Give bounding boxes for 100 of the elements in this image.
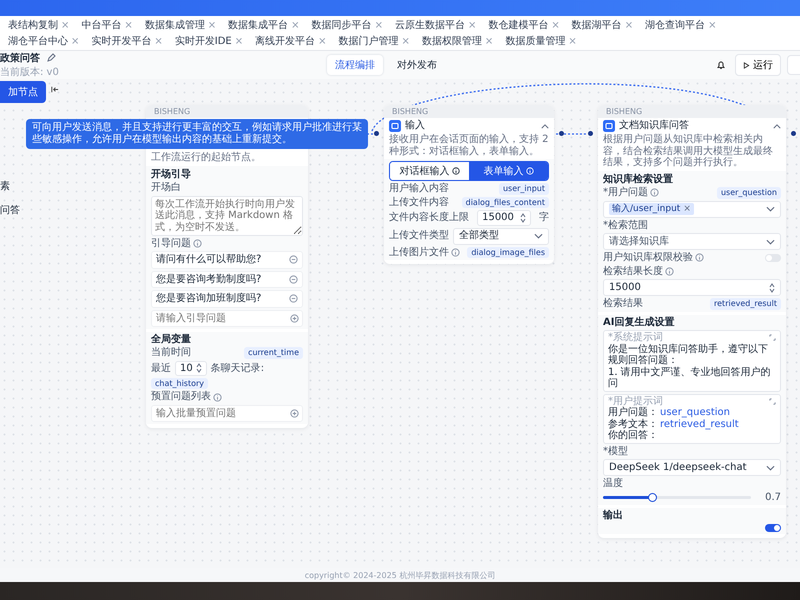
brand-label: BISHENG	[392, 107, 428, 116]
add-node-button[interactable]: 加节点	[0, 81, 46, 103]
prompt-box[interactable]: *系统提示词 你是一位知识库问答助手，遵守以下规则回答问题： 1. 请用中文严谨、专业地回答用户的问	[603, 330, 781, 392]
tab-label[interactable]: 表结构复制	[8, 18, 58, 32]
app-tab[interactable]: 数据集成平台 ×	[224, 17, 304, 33]
info-icon	[213, 392, 222, 402]
unit-label: 字	[539, 212, 549, 224]
info-icon	[452, 167, 460, 176]
tab-label[interactable]: 数据质量管理	[505, 34, 566, 48]
caret-up-icon[interactable]	[773, 124, 781, 129]
input-field[interactable]: 输入批量预置问题	[151, 404, 303, 422]
run-button[interactable]: 运行	[734, 54, 781, 76]
app-tab[interactable]: 数据同步平台 ×	[308, 17, 387, 33]
select-field[interactable]: 请选择知识库	[603, 233, 781, 250]
stepper-icon[interactable]	[769, 282, 775, 293]
select-field[interactable]: DeepSeek 1/deepseek-chat	[603, 459, 781, 476]
guide-question[interactable]: 您是要咨询考勤制度吗?	[151, 270, 303, 288]
app-tab[interactable]: 实时开发平台 ×	[87, 33, 167, 49]
node-description: 接收用户在会话页面的输入，支持 2 种形式：对话框输入，表单输入。	[389, 134, 549, 158]
field-label: 用户知识库权限校验	[603, 252, 693, 264]
connector-line	[556, 133, 587, 135]
select-value: DeepSeek 1/deepseek-chat	[609, 462, 747, 474]
input-field[interactable]: 请输入引导问题	[151, 310, 303, 327]
number-field[interactable]: 10	[175, 360, 207, 376]
app-tab[interactable]: 云原生数据平台 ×	[390, 17, 480, 33]
field-label: 引导问题	[151, 238, 191, 250]
app-tab[interactable]: 湖仓查询平台 ×	[641, 17, 721, 33]
app-tab[interactable]: 实时开发IDE ×	[170, 33, 248, 49]
info-icon	[451, 248, 460, 257]
handle-dot[interactable]	[791, 131, 796, 136]
number-field[interactable]: 15000	[477, 210, 531, 226]
mode-tab[interactable]: 流程编排	[326, 55, 383, 75]
app-tab[interactable]: 表结构复制 ×	[4, 17, 74, 33]
variable-link: retrieved_result	[660, 418, 739, 430]
select-field[interactable]: 全部类型	[453, 228, 549, 245]
number-field[interactable]: 15000	[603, 279, 781, 296]
app-tab[interactable]: 数据质量管理 ×	[501, 33, 581, 49]
app-tab[interactable]: 数据湖平台 ×	[568, 17, 638, 33]
add-icon[interactable]	[290, 408, 299, 418]
section-heading: 全局变量	[146, 328, 308, 346]
sidebar-item[interactable]: 问答	[0, 203, 20, 217]
select-field[interactable]: 输入/user_input ×	[603, 200, 781, 218]
app-tab[interactable]: 数据权限管理 ×	[418, 33, 498, 49]
tab-label[interactable]: 中台平台	[81, 18, 122, 32]
app-tab[interactable]: 数仓建模平台 ×	[484, 17, 564, 33]
field-label: 用户输入内容	[389, 183, 449, 195]
tab-label[interactable]: 离线开发平台	[255, 34, 316, 48]
tab-label[interactable]: 数据门户管理	[338, 34, 399, 48]
selected-chip[interactable]: 输入/user_input ×	[609, 203, 694, 216]
add-icon[interactable]	[290, 314, 299, 323]
tab-label[interactable]: 湖仓平台中心	[8, 34, 68, 48]
caret-up-icon[interactable]	[541, 124, 549, 129]
prompt-label: *系统提示词	[608, 332, 663, 344]
prompt-text: 你是一位知识库问答助手，遵守以下规则回答问题：	[608, 344, 769, 366]
tab-label[interactable]: 实时开发平台	[91, 34, 152, 48]
expand-icon[interactable]	[769, 398, 776, 405]
guide-question[interactable]: 请问有什么可以帮助您?	[151, 251, 303, 269]
field-label: 文件内容长度上限	[389, 212, 469, 224]
guide-question[interactable]: 您是要咨询加班制度吗?	[151, 290, 303, 308]
segment-tab[interactable]: 表单输入	[469, 162, 548, 180]
tab-label[interactable]: 数据集成管理	[144, 18, 205, 32]
message-field[interactable]: 每次工作流开始执行时向用户发送此消息，支持 Markdown 格式，为空时不发送。	[151, 196, 303, 236]
stepper-icon[interactable]	[196, 363, 202, 374]
app-tab[interactable]: 数据门户管理 ×	[334, 33, 414, 49]
variable-tag: user_input	[498, 183, 549, 195]
info-icon	[193, 238, 202, 248]
pencil-icon[interactable]	[46, 53, 56, 63]
segment-tab[interactable]: 对话框输入	[390, 162, 469, 180]
remove-icon[interactable]	[289, 255, 298, 264]
tab-label[interactable]: 数据集成平台	[228, 18, 288, 32]
sidebar-item[interactable]: 素	[0, 179, 20, 193]
prompt-box[interactable]: *用户提示词 用户问题： user_question 参考文本： retrieved_result 你的回答：	[603, 394, 781, 444]
tab-label[interactable]: 数据同步平台	[312, 18, 372, 32]
remove-icon[interactable]	[289, 294, 298, 304]
mode-tab[interactable]: 对外发布	[388, 55, 445, 75]
expand-icon[interactable]	[769, 334, 776, 342]
question-text: 您是要咨询加班制度吗?	[156, 293, 262, 305]
chevron-down-icon	[766, 206, 775, 212]
remove-icon[interactable]	[289, 274, 298, 284]
tab-label[interactable]: 实时开发IDE	[174, 34, 232, 48]
variable-tag: dialog_image_files	[467, 246, 549, 258]
toggle-switch[interactable]	[765, 254, 781, 262]
slider-thumb[interactable]	[648, 492, 657, 502]
tab-label[interactable]: 数仓建模平台	[488, 18, 548, 32]
app-tab[interactable]: 中台平台 ×	[77, 17, 137, 33]
stepper-icon[interactable]	[520, 212, 526, 223]
brand-label: BISHENG	[154, 107, 190, 116]
panel-toggle-icon[interactable]	[50, 85, 59, 94]
remove-icon[interactable]: ×	[683, 204, 691, 214]
handle-dot[interactable]	[374, 131, 379, 136]
tab-label[interactable]: 数据权限管理	[422, 34, 482, 48]
app-tab[interactable]: 数据集成管理 ×	[140, 17, 220, 33]
tab-label[interactable]: 数据湖平台	[572, 18, 622, 32]
app-tab[interactable]: 湖仓平台中心 ×	[4, 33, 84, 49]
tab-label[interactable]: 云原生数据平台	[394, 18, 465, 32]
tab-label[interactable]: 湖仓查询平台	[645, 18, 706, 32]
handle-dot[interactable]	[588, 131, 593, 136]
app-tab[interactable]: 离线开发平台 ×	[251, 33, 331, 49]
toggle-switch[interactable]	[765, 524, 781, 532]
handle-dot[interactable]	[559, 131, 564, 136]
